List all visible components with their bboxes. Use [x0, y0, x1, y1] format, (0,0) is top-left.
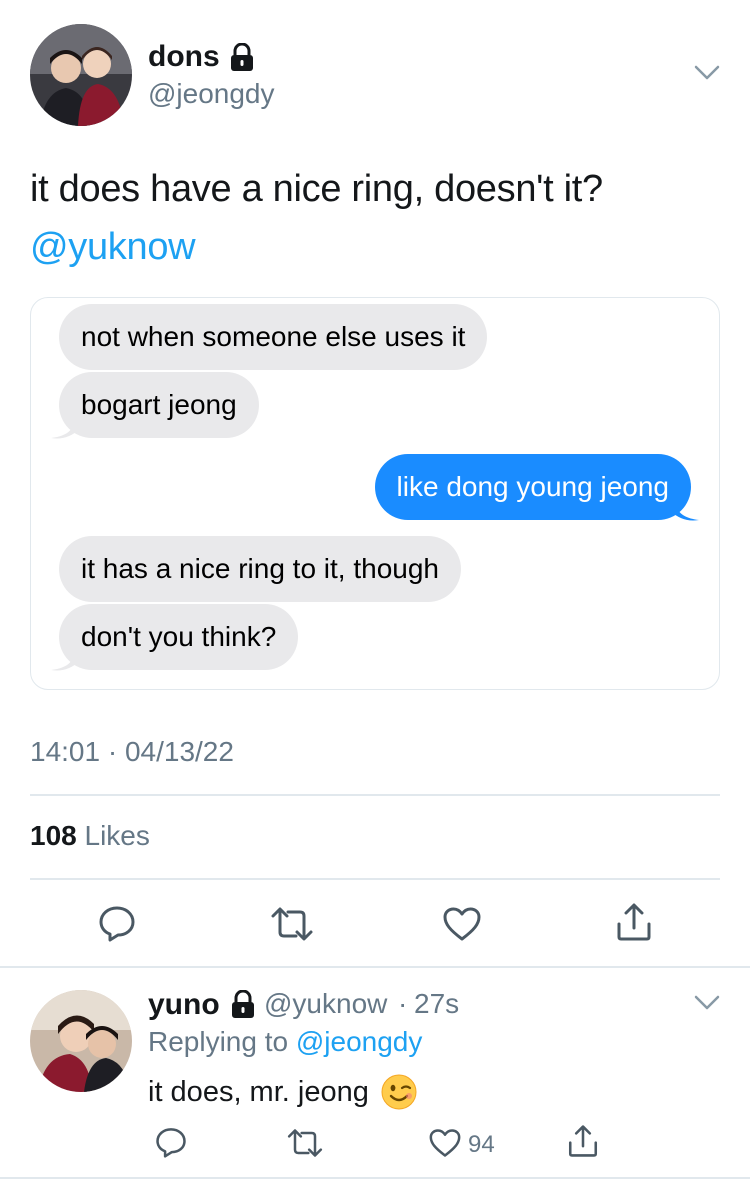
divider — [30, 878, 720, 880]
bubble-tail-received — [51, 648, 79, 671]
author-handle[interactable]: @jeongdy — [148, 78, 275, 110]
reply-author-display-name[interactable]: yuno — [148, 988, 220, 1022]
like-icon[interactable] — [442, 906, 482, 942]
winking-face-emoji — [381, 1074, 417, 1110]
bubble-tail-sent — [671, 498, 699, 521]
reply-icon[interactable] — [98, 904, 136, 942]
reply-age[interactable]: 27s — [414, 988, 459, 1020]
share-icon[interactable] — [614, 902, 654, 942]
chat-bubble-received: it has a nice ring to it, though — [59, 536, 461, 602]
likes-count: 108 — [30, 820, 77, 851]
reply-like-count: 94 — [468, 1131, 495, 1158]
tweet-image-chat[interactable]: not when someone else uses it bogart jeo… — [30, 297, 720, 690]
author-display-name[interactable]: dons — [148, 40, 220, 74]
chat-message-text: like dong young jeong — [396, 471, 669, 502]
retweet-icon[interactable] — [286, 1128, 324, 1158]
reply-body: it does, mr. jeong — [148, 1074, 417, 1110]
lock-icon — [231, 43, 253, 71]
chevron-down-icon[interactable] — [694, 994, 720, 1012]
chat-message-text: bogart jeong — [81, 389, 237, 420]
chat-message-text: don't you think? — [81, 621, 277, 652]
reply-author-handle[interactable]: @yuknow — [264, 988, 387, 1020]
chat-bubble-received: don't you think? — [59, 604, 299, 670]
chevron-down-icon[interactable] — [694, 64, 720, 82]
separator-dot: · — [398, 988, 408, 1019]
chat-message-text: not when someone else uses it — [81, 321, 466, 352]
chat-bubble-received: bogart jeong — [59, 372, 259, 438]
retweet-icon[interactable] — [270, 906, 314, 942]
reply-text: it does, mr. jeong — [148, 1075, 369, 1108]
likes-summary[interactable]: 108 Likes — [30, 820, 150, 852]
share-icon[interactable] — [566, 1124, 600, 1158]
bubble-tail-received — [51, 416, 79, 439]
tweet-timestamp[interactable]: 14:01 · 04/13/22 — [30, 736, 234, 768]
section-divider — [0, 966, 750, 968]
chat-bubble-received: not when someone else uses it — [59, 304, 488, 370]
replying-to-line: Replying to @jeongdy — [148, 1026, 422, 1058]
tweet-text: it does have a nice ring, doesn't it? @y… — [30, 160, 603, 276]
chat-bubble-sent: like dong young jeong — [374, 454, 691, 520]
replying-to-mention[interactable]: @jeongdy — [296, 1026, 423, 1057]
chat-message-text: it has a nice ring to it, though — [81, 553, 439, 584]
author-avatar[interactable] — [30, 24, 132, 126]
tweet-mention[interactable]: @yuknow — [30, 218, 603, 276]
divider — [30, 794, 720, 796]
like-icon[interactable] — [428, 1128, 462, 1158]
reply-icon[interactable] — [155, 1126, 187, 1158]
replying-to-prefix: Replying to — [148, 1026, 289, 1057]
reply-author-avatar[interactable] — [30, 990, 132, 1092]
tweet-body: it does have a nice ring, doesn't it? — [30, 168, 603, 210]
likes-label: Likes — [84, 820, 150, 851]
lock-icon — [232, 990, 254, 1018]
section-divider — [0, 1177, 750, 1179]
